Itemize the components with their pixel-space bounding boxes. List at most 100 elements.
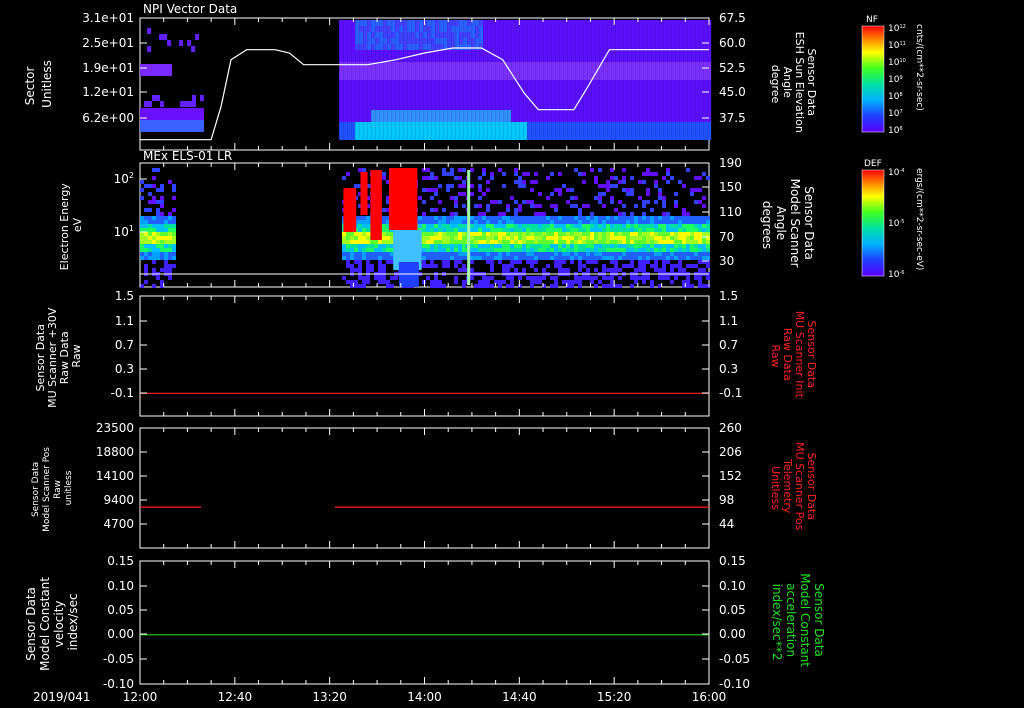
npi-cell (571, 20, 576, 26)
npi-cell (391, 74, 396, 80)
els-cell (701, 252, 706, 256)
els-cell (525, 252, 530, 256)
npi-cell (523, 122, 528, 128)
npi-cell (703, 20, 708, 26)
els-cell (453, 204, 458, 208)
npi-cell (647, 134, 652, 140)
npi-cell (411, 38, 416, 44)
npi-cell (439, 32, 444, 38)
els-cell (701, 284, 706, 288)
els-cell (505, 232, 510, 236)
npi-cell (383, 128, 388, 134)
npi-cell (463, 68, 468, 74)
npi-cell (519, 32, 524, 38)
npi-cell (519, 26, 524, 32)
els-cell (669, 228, 674, 232)
els-cell (493, 224, 498, 228)
npi-cell (367, 110, 372, 116)
npi-cell (671, 122, 676, 128)
els-cell (445, 232, 450, 236)
npi-cell (351, 98, 356, 104)
els-cell (677, 248, 682, 252)
els-cell (433, 276, 438, 280)
els-cell (577, 284, 582, 288)
npi-cell (439, 38, 444, 44)
els-cell (585, 244, 590, 248)
els-cell (164, 256, 168, 260)
npi-cell (519, 110, 524, 116)
npi-cell (591, 116, 596, 122)
els-cell (649, 208, 654, 212)
els-cell (469, 240, 474, 244)
npi-cell (687, 116, 692, 122)
npi-cell (647, 116, 652, 122)
els-cell (381, 224, 386, 228)
npi-cell (659, 56, 664, 62)
npi-cell (591, 62, 596, 68)
npi-cell (463, 56, 468, 62)
els-cell (477, 236, 482, 240)
npi-cell (435, 32, 440, 38)
els-cell (697, 268, 702, 272)
npi-cell (511, 32, 516, 38)
els-cell (505, 224, 510, 228)
els-cell (421, 224, 426, 228)
npi-cell (571, 74, 576, 80)
npi-cell (471, 116, 476, 122)
npi-cell (395, 32, 400, 38)
npi-cell (547, 122, 552, 128)
npi-cell (675, 20, 680, 26)
npi-cell (455, 44, 460, 50)
npi-cell (631, 116, 636, 122)
npi-cell (363, 98, 368, 104)
els-cell (441, 228, 446, 232)
npi-cell (367, 116, 372, 122)
npi-cell (343, 128, 348, 134)
els-cell (529, 200, 534, 204)
npi-cell (355, 92, 360, 98)
els-cell (569, 260, 574, 264)
npi-cell (515, 44, 520, 50)
npi-cell (587, 134, 592, 140)
npi-cell (651, 98, 656, 104)
npi-cell (563, 92, 568, 98)
npi-cell (467, 104, 472, 110)
npi-cell (503, 20, 508, 26)
npi-cell (439, 110, 444, 116)
els-cell (693, 200, 698, 204)
els-cell (557, 256, 562, 260)
npi-cell (475, 110, 480, 116)
els-cell (517, 228, 522, 232)
npi-cell (615, 92, 620, 98)
npi-cell (555, 110, 560, 116)
els-cell (429, 224, 434, 228)
els-cell (593, 236, 598, 240)
els-cell (168, 212, 172, 216)
npi-cell (519, 56, 524, 62)
els-cell (553, 208, 558, 212)
npi-cell (379, 110, 384, 116)
npi-cell (531, 32, 536, 38)
els-cell (421, 212, 426, 216)
els-cell (164, 236, 168, 240)
els-cell (353, 236, 358, 240)
npi-cell (419, 74, 424, 80)
els-cell (509, 216, 514, 220)
y-tick-label-right: 0.05 (719, 603, 746, 617)
npi-cell (535, 110, 540, 116)
npi-cell (487, 44, 492, 50)
els-cell (469, 220, 474, 224)
els-cell (701, 240, 706, 244)
els-cell (365, 216, 370, 220)
els-cell (433, 224, 438, 228)
els-cell (697, 220, 702, 224)
npi-cell (439, 104, 444, 110)
npi-cell (435, 56, 440, 62)
npi-cell (631, 80, 636, 86)
els-cell (453, 220, 458, 224)
npi-cell (487, 110, 492, 116)
npi-cell (627, 92, 632, 98)
y-tick-label-left: -0.05 (103, 652, 134, 666)
npi-cell (523, 38, 528, 44)
npi-cell (379, 86, 384, 92)
